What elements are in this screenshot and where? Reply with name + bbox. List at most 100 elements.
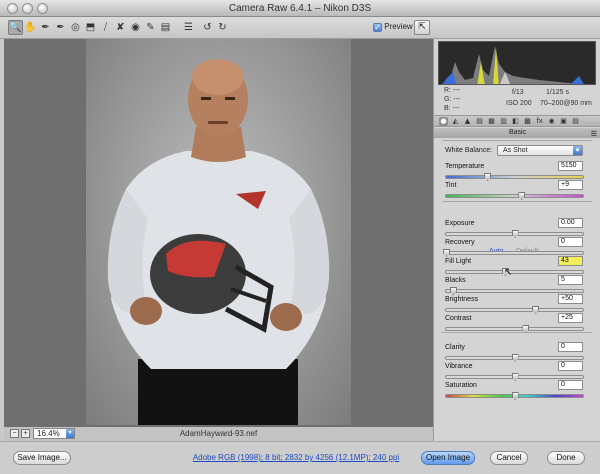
tab-detail-icon[interactable]: ▲ xyxy=(463,117,472,126)
contrast-slider[interactable] xyxy=(445,325,584,333)
white-balance-tool[interactable]: ✒ xyxy=(38,20,53,35)
rotate-right-tool[interactable]: ↻ xyxy=(215,20,230,35)
tab-camera-calibration-icon[interactable]: ▩ xyxy=(523,117,532,126)
tab-tone-curve-icon[interactable]: ◭ xyxy=(451,117,460,126)
rotate-left-icon: ↺ xyxy=(203,22,212,33)
vibrance-slider-thumb[interactable] xyxy=(511,373,519,381)
green-readout: G: --- xyxy=(444,96,461,103)
fullscreen-button[interactable]: ⇱ xyxy=(414,20,430,35)
saturation-label: Saturation xyxy=(445,382,477,389)
zoom-icon: 🔍 xyxy=(9,22,22,33)
image-filename: AdamHayward-93.nef xyxy=(179,429,258,438)
clarity-label: Clarity xyxy=(445,344,465,351)
panel-menu-icon[interactable]: ☰ xyxy=(591,129,597,139)
preferences-tool[interactable]: ☰ xyxy=(181,20,196,35)
white-balance-value: As Shot xyxy=(503,147,528,154)
window-title: Camera Raw 6.4.1 – Nikon D3S xyxy=(228,3,372,14)
exposure-slider-thumb[interactable] xyxy=(511,230,519,238)
saturation-slider-thumb[interactable] xyxy=(511,392,519,400)
zoom-tool[interactable]: 🔍 xyxy=(8,20,23,35)
tab-fx-icon[interactable]: fx xyxy=(535,117,544,126)
iso-value: ISO 200 xyxy=(506,100,532,107)
tab-split-toning-icon[interactable]: ▦ xyxy=(487,117,496,126)
done-button[interactable]: Done xyxy=(547,451,585,465)
tint-label: Tint xyxy=(445,182,457,189)
straighten-icon: ⧸ xyxy=(103,22,108,33)
vibrance-label: Vibrance xyxy=(445,363,473,370)
adjustment-brush-icon: ✎ xyxy=(146,22,155,33)
aperture-value: f/13 xyxy=(512,89,524,96)
color-sampler-tool[interactable]: ✒ xyxy=(53,20,68,35)
blacks-slider-thumb[interactable] xyxy=(449,287,457,295)
image-preview-area[interactable] xyxy=(4,39,433,427)
tab-effects-icon[interactable]: ◧ xyxy=(511,117,520,126)
white-balance-select[interactable]: As Shot ◆ xyxy=(497,145,583,156)
saturation-slider[interactable] xyxy=(445,392,584,400)
rotate-left-tool[interactable]: ↺ xyxy=(200,20,215,35)
fullscreen-icon: ⇱ xyxy=(418,22,426,32)
tint-slider-thumb[interactable] xyxy=(518,192,526,200)
saturation-value-field[interactable]: 0 xyxy=(558,380,583,390)
tint-slider[interactable] xyxy=(445,192,584,200)
clarity-slider[interactable] xyxy=(445,354,584,362)
temperature-value-field[interactable]: 5150 xyxy=(558,161,583,171)
preview-label: Preview xyxy=(384,22,413,31)
open-image-button[interactable]: Open Image xyxy=(421,451,475,465)
hand-tool[interactable]: ✋ xyxy=(23,20,38,35)
preview-toggle[interactable]: ✓ Preview xyxy=(373,22,413,32)
fill-light-label: Fill Light xyxy=(445,258,472,265)
color-sampler-icon: ✒ xyxy=(56,22,65,33)
adjustment-brush-tool[interactable]: ✎ xyxy=(143,20,158,35)
tab-presets-icon[interactable]: ◉ xyxy=(547,117,556,126)
exposure-slider[interactable] xyxy=(445,230,584,238)
recovery-slider-thumb[interactable] xyxy=(443,249,450,257)
contrast-value-field[interactable]: +25 xyxy=(558,313,583,323)
brightness-slider-thumb[interactable] xyxy=(532,306,540,314)
blacks-value-field[interactable]: 5 xyxy=(558,275,583,285)
temperature-slider[interactable] xyxy=(445,173,584,181)
brightness-slider[interactable] xyxy=(445,306,584,314)
graduated-filter-tool[interactable]: ▤ xyxy=(158,20,173,35)
tint-value-field[interactable]: +9 xyxy=(558,180,583,190)
fill-light-value-field[interactable]: 43 xyxy=(558,256,583,266)
graduated-filter-icon: ▤ xyxy=(160,22,171,33)
fill-light-slider[interactable] xyxy=(445,268,584,276)
minimize-window-button[interactable] xyxy=(22,3,33,14)
toolbar: ✓ Preview ⇱ 🔍 ✋ ✒ ✒ ◎ ⬒ ⧸ ✘ ◉ ✎ ▤ ☰ ↺ ↻ xyxy=(0,17,600,39)
targeted-adjustment-tool[interactable]: ◎ xyxy=(68,20,83,35)
red-eye-tool[interactable]: ◉ xyxy=(128,20,143,35)
tab-lens-corrections-icon[interactable]: ▥ xyxy=(499,117,508,126)
divider xyxy=(442,140,592,141)
recovery-slider[interactable] xyxy=(443,249,584,257)
recovery-value-field[interactable]: 0 xyxy=(558,237,583,247)
temperature-slider-thumb[interactable] xyxy=(484,173,492,181)
brightness-value-field[interactable]: +50 xyxy=(558,294,583,304)
crop-tool[interactable]: ⬒ xyxy=(83,20,98,35)
panel-tabs: ● ◭ ▲ ▤ ▦ ▥ ◧ ▩ fx ◉ ▣ ▤ xyxy=(434,115,600,127)
cancel-button[interactable]: Cancel xyxy=(490,451,528,465)
hand-icon: ✋ xyxy=(24,22,37,33)
mouse-cursor-icon: ↖ xyxy=(504,267,513,278)
workflow-options-link[interactable]: Adobe RGB (1998); 8 bit; 2832 by 4256 (1… xyxy=(176,453,416,462)
close-window-button[interactable] xyxy=(7,3,18,14)
blacks-label: Blacks xyxy=(445,277,466,284)
blacks-slider[interactable] xyxy=(445,287,584,295)
preview-checkbox[interactable]: ✓ xyxy=(373,23,382,32)
contrast-label: Contrast xyxy=(445,315,472,322)
zoom-window-button[interactable] xyxy=(37,3,48,14)
clarity-slider-thumb[interactable] xyxy=(511,354,519,362)
exposure-value-field[interactable]: 0.00 xyxy=(558,218,583,228)
vibrance-slider[interactable] xyxy=(445,373,584,381)
tab-settings-icon[interactable]: ▤ xyxy=(571,117,580,126)
clarity-value-field[interactable]: 0 xyxy=(558,342,583,352)
tab-basic-icon[interactable]: ● xyxy=(439,117,448,126)
spot-removal-tool[interactable]: ✘ xyxy=(113,20,128,35)
tab-hsl-icon[interactable]: ▤ xyxy=(475,117,484,126)
save-image-button[interactable]: Save Image... xyxy=(13,451,71,465)
straighten-tool[interactable]: ⧸ xyxy=(98,20,113,35)
vibrance-value-field[interactable]: 0 xyxy=(558,361,583,371)
photo-preview xyxy=(86,39,351,425)
brightness-label: Brightness xyxy=(445,296,479,303)
tab-snapshots-icon[interactable]: ▣ xyxy=(559,117,568,126)
blue-readout: B: --- xyxy=(444,105,460,112)
